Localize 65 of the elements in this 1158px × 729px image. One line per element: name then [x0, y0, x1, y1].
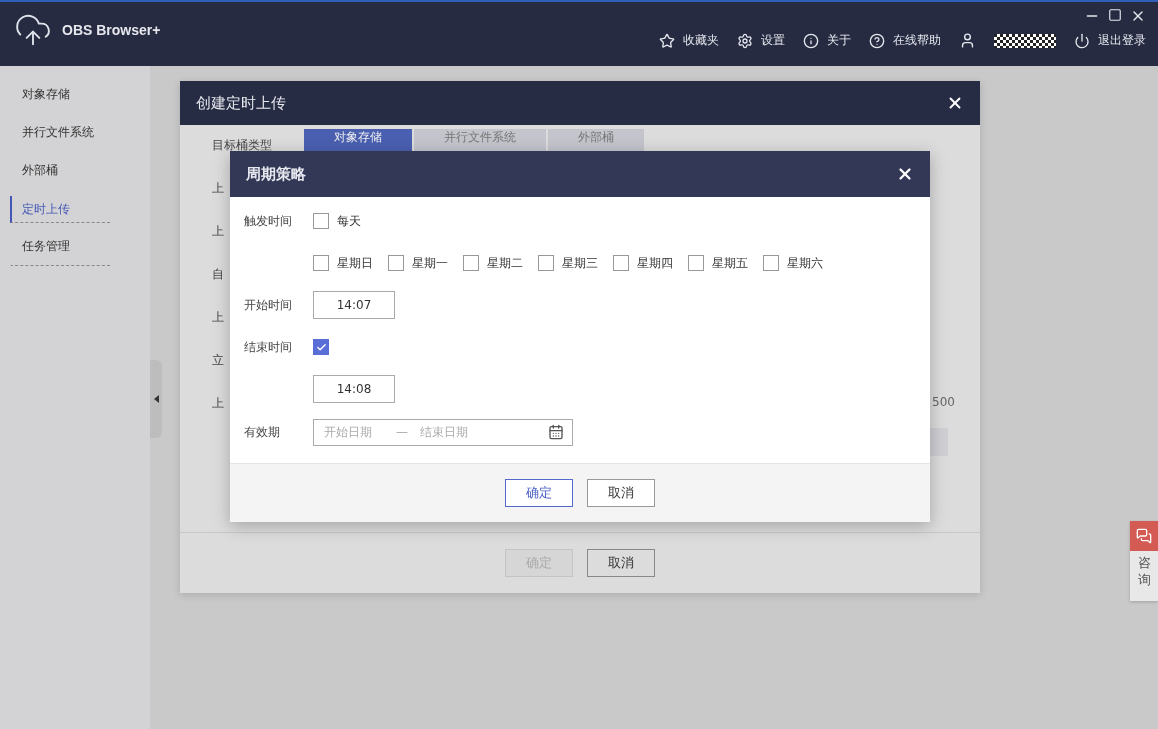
nav-link[interactable]: 在线帮助 — [869, 32, 941, 49]
checkbox[interactable] — [313, 255, 329, 271]
check-icon — [315, 341, 327, 353]
range-separator: — — [396, 425, 408, 439]
checkbox-label: 星期一 — [412, 254, 448, 272]
chat-icon — [1136, 528, 1152, 544]
app-title: OBS Browser+ — [62, 22, 161, 38]
checkbox-label: 每天 — [337, 212, 361, 230]
cancel-button[interactable]: 取消 — [587, 549, 655, 577]
field-label: 立 — [212, 352, 225, 369]
consult-widget[interactable]: 咨询 — [1130, 521, 1158, 601]
calendar-icon[interactable] — [548, 424, 564, 440]
dialog-title: 创建定时上传 — [196, 93, 286, 113]
logout-link[interactable]: 退出登录 — [1074, 32, 1146, 49]
sidebar-item[interactable]: 外部桶 — [10, 152, 110, 190]
field-label: 自 — [212, 266, 225, 283]
power-icon — [1074, 32, 1090, 49]
nav-link[interactable]: 收藏夹 — [659, 32, 719, 49]
cancel-button[interactable]: 取消 — [587, 479, 655, 507]
checkbox[interactable] — [388, 255, 404, 271]
time-field[interactable]: 14:08 — [313, 375, 395, 403]
help-icon — [869, 32, 885, 49]
field-label: 上 — [212, 309, 225, 326]
input-field[interactable] — [930, 428, 948, 456]
info-icon — [803, 32, 819, 49]
close-button[interactable] — [896, 165, 914, 183]
checkbox[interactable] — [763, 255, 779, 271]
masked-username — [994, 33, 1056, 48]
field-label: 上 — [212, 180, 225, 197]
field-value: 500 — [932, 395, 955, 409]
consult-label: 咨询 — [1137, 555, 1151, 589]
checkbox[interactable] — [538, 255, 554, 271]
nav-link[interactable]: 关于 — [803, 32, 851, 49]
checkbox[interactable] — [613, 255, 629, 271]
checkbox-label: 星期三 — [562, 254, 598, 272]
checkbox-label: 星期五 — [712, 254, 748, 272]
dialog-title: 周期策略 — [246, 164, 306, 184]
collapse-handle[interactable] — [150, 360, 162, 438]
sidebar-item[interactable]: 任务管理 — [10, 228, 110, 266]
field-label: 触发时间 — [244, 212, 293, 230]
checkbox[interactable] — [313, 339, 329, 355]
field-label: 目标桶类型 — [212, 137, 273, 154]
time-field[interactable]: 14:07 — [313, 291, 395, 319]
field-label: 上 — [212, 395, 225, 412]
settings-icon — [737, 32, 753, 49]
star-icon — [659, 32, 675, 49]
field-label: 有效期 — [244, 423, 281, 441]
checkbox[interactable] — [688, 255, 704, 271]
sidebar-item[interactable]: 并行文件系统 — [10, 114, 110, 152]
field-label: 上 — [212, 223, 225, 240]
checkbox[interactable] — [463, 255, 479, 271]
user-icon[interactable] — [959, 32, 976, 49]
field-label: 结束时间 — [244, 338, 293, 356]
sidebar-item[interactable]: 定时上传 — [10, 196, 110, 223]
checkbox-label: 星期四 — [637, 254, 673, 272]
field-label: 开始时间 — [244, 296, 293, 314]
checkbox[interactable] — [313, 213, 329, 229]
checkbox-label: 星期六 — [787, 254, 823, 272]
sidebar-item[interactable]: 对象存储 — [10, 76, 110, 114]
confirm-button[interactable]: 确定 — [505, 479, 573, 507]
nav-link[interactable]: 设置 — [737, 32, 785, 49]
caret-icon — [153, 395, 159, 403]
checkbox-label: 星期日 — [337, 254, 373, 272]
checkbox-label: 星期二 — [487, 254, 523, 272]
maximize-icon[interactable] — [1108, 8, 1122, 22]
